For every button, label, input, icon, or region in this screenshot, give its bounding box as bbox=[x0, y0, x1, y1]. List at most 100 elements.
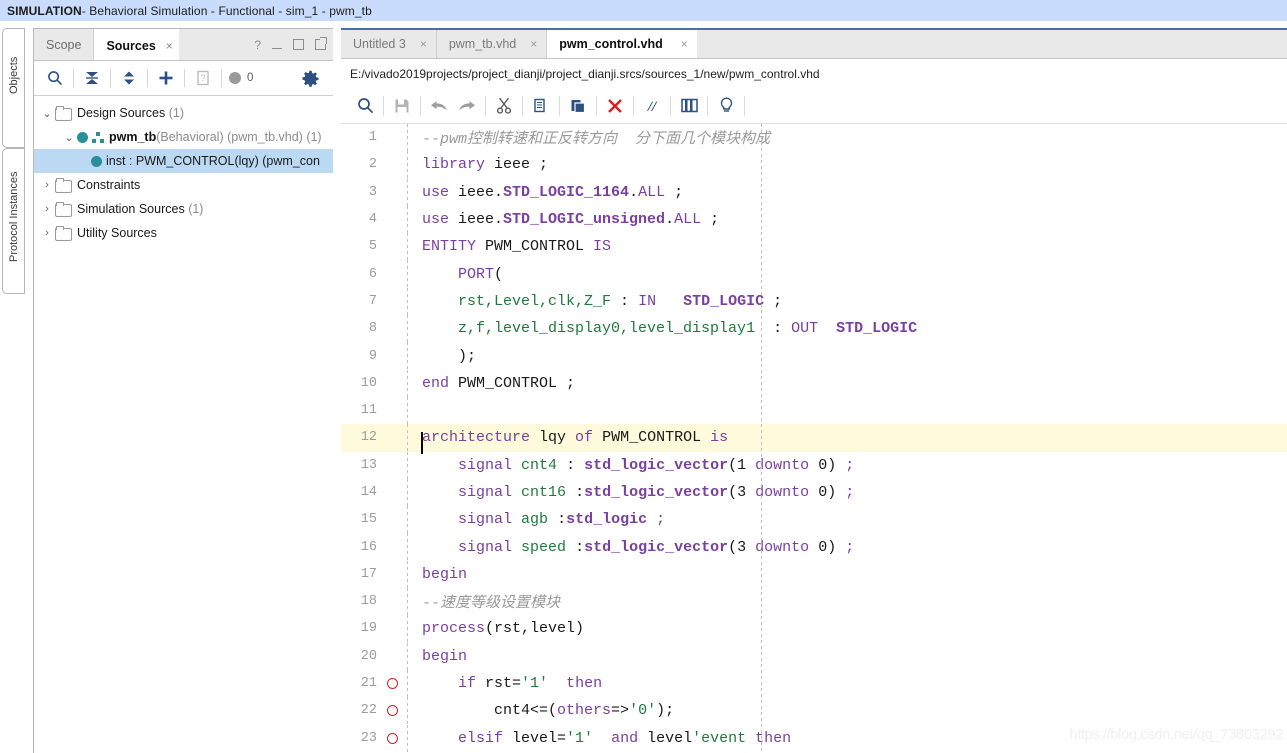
tree-row-simulation-sources[interactable]: › Simulation Sources (1) bbox=[34, 197, 333, 221]
close-icon[interactable]: × bbox=[530, 37, 537, 51]
vertical-tab-protocol-instances-label: Protocol Instances bbox=[7, 171, 20, 263]
code-token: ALL bbox=[638, 183, 666, 201]
tab-sources[interactable]: Sources × bbox=[94, 29, 179, 60]
code-token: if bbox=[458, 675, 477, 693]
code-line[interactable]: 3 use ieee.STD_LOGIC_1164.ALL ; bbox=[341, 178, 1287, 206]
code-line-text: begin bbox=[408, 648, 1287, 665]
breakpoint-icon[interactable] bbox=[386, 732, 398, 744]
code-line[interactable]: 23 elsif level='1' and level'event then bbox=[341, 724, 1287, 752]
breakpoint-gutter[interactable] bbox=[377, 732, 407, 744]
chevron-down-icon[interactable]: ⌄ bbox=[39, 107, 55, 120]
minimize-icon[interactable] bbox=[272, 48, 282, 49]
status-count-group: 0 bbox=[229, 72, 253, 84]
code-line[interactable]: 9 ); bbox=[341, 342, 1287, 370]
indent-icon[interactable] bbox=[675, 92, 703, 120]
close-icon[interactable]: × bbox=[166, 39, 173, 53]
float-icon[interactable] bbox=[315, 37, 327, 50]
find-icon[interactable] bbox=[351, 92, 379, 120]
title-detail: - Behavioral Simulation - Functional - s… bbox=[81, 3, 372, 18]
code-line[interactable]: 1 --pwm控制转速和正反转方向 分下面几个模块构成 bbox=[341, 124, 1287, 152]
code-token: signal bbox=[458, 456, 513, 474]
code-token: downto bbox=[755, 538, 810, 556]
chevron-right-icon[interactable]: › bbox=[39, 227, 55, 239]
tree-row-inst-pwm-control[interactable]: inst : PWM_CONTROL(lqy) (pwm_con bbox=[34, 149, 333, 173]
code-line[interactable]: 4 use ieee.STD_LOGIC_unsigned.ALL ; bbox=[341, 205, 1287, 234]
code-line[interactable]: 11 bbox=[341, 396, 1287, 425]
code-token: downto bbox=[755, 456, 810, 474]
maximize-icon[interactable] bbox=[293, 39, 304, 50]
editor-tab-label: pwm_control.vhd bbox=[559, 37, 663, 51]
code-line[interactable]: 7 rst,Level,clk,Z_F : IN STD_LOGIC ; bbox=[341, 287, 1287, 316]
code-line[interactable]: 13 signal cnt4 : std_logic_vector(1 down… bbox=[341, 451, 1287, 479]
collapse-all-icon[interactable] bbox=[79, 65, 105, 91]
code-line[interactable]: 2 library ieee ; bbox=[341, 151, 1287, 179]
breakpoint-icon[interactable] bbox=[386, 705, 398, 717]
tab-scope[interactable]: Scope bbox=[34, 29, 95, 60]
code-line[interactable]: 21 if rst='1' then bbox=[341, 669, 1287, 698]
breakpoint-icon[interactable] bbox=[386, 678, 398, 690]
code-token: cnt4<=( bbox=[422, 702, 558, 720]
code-line[interactable]: 22 cnt4<=(others=>'0'); bbox=[341, 697, 1287, 725]
code-line[interactable]: 12 architecture lqy of PWM_CONTROL is bbox=[341, 424, 1287, 455]
toolbar-separator bbox=[184, 69, 185, 87]
code-token: PWM_CONTROL ; bbox=[449, 374, 576, 392]
editor-tab-pwm-control-vhd[interactable]: pwm_control.vhd × bbox=[547, 30, 697, 58]
code-token: signal bbox=[458, 511, 513, 529]
copy-icon[interactable] bbox=[527, 92, 555, 120]
code-line[interactable]: 15 signal agb :std_logic ; bbox=[341, 506, 1287, 534]
code-token: : bbox=[611, 292, 639, 310]
breakpoint-gutter[interactable] bbox=[377, 678, 407, 690]
editor-tab-untitled-3[interactable]: Untitled 3 × bbox=[341, 30, 437, 58]
undo-icon[interactable] bbox=[425, 92, 453, 120]
tree-row-design-sources[interactable]: ⌄ Design Sources (1) bbox=[34, 101, 333, 125]
code-line[interactable]: 5 ENTITY PWM_CONTROL IS bbox=[341, 233, 1287, 261]
svg-text:?: ? bbox=[200, 73, 205, 83]
code-text-area[interactable]: 1 --pwm控制转速和正反转方向 分下面几个模块构成 2 library ieee … bbox=[341, 124, 1287, 752]
code-line[interactable]: 19 process(rst,level) bbox=[341, 615, 1287, 643]
save-icon[interactable] bbox=[388, 92, 416, 120]
redo-icon[interactable] bbox=[453, 92, 481, 120]
close-icon[interactable]: × bbox=[420, 37, 427, 51]
code-token: PWM_CONTROL bbox=[593, 429, 711, 447]
tree-row-utility-sources[interactable]: › Utility Sources bbox=[34, 221, 333, 245]
code-line[interactable]: 10 end PWM_CONTROL ; bbox=[341, 369, 1287, 397]
add-sources-icon[interactable] bbox=[153, 65, 179, 91]
help-icon[interactable]: ? bbox=[254, 39, 261, 51]
tree-row-pwm-tb[interactable]: ⌄ pwm_tb (Behavioral) (pwm_tb.vhd) (1) bbox=[34, 125, 333, 149]
toolbar-separator bbox=[221, 69, 222, 87]
expand-all-icon[interactable] bbox=[116, 65, 142, 91]
cut-icon[interactable] bbox=[490, 92, 518, 120]
code-token: ; bbox=[764, 292, 783, 310]
vertical-tab-protocol-instances[interactable]: Protocol Instances bbox=[2, 148, 25, 294]
code-line[interactable]: 18 --速度等级设置模块 bbox=[341, 588, 1287, 616]
code-token: (rst,level) bbox=[485, 620, 585, 638]
comment-icon[interactable]: // bbox=[638, 92, 666, 120]
tree-row-constraints[interactable]: › Constraints bbox=[34, 173, 333, 197]
code-line[interactable]: 17 begin bbox=[341, 560, 1287, 589]
toolbar-separator bbox=[147, 69, 148, 87]
chevron-right-icon[interactable]: › bbox=[39, 203, 55, 215]
breakpoint-gutter[interactable] bbox=[377, 705, 407, 717]
toolbar-separator bbox=[744, 95, 745, 116]
delete-icon[interactable] bbox=[601, 92, 629, 120]
paste-icon[interactable] bbox=[564, 92, 592, 120]
code-line[interactable]: 8 z,f,level_display0,level_display1 : OU… bbox=[341, 315, 1287, 343]
chevron-right-icon[interactable]: › bbox=[39, 179, 55, 191]
editor-tab-pwm-tb-vhd[interactable]: pwm_tb.vhd × bbox=[437, 30, 548, 58]
chevron-down-icon[interactable]: ⌄ bbox=[61, 131, 77, 144]
report-icon[interactable]: ? bbox=[190, 65, 216, 91]
code-line[interactable]: 20 begin bbox=[341, 642, 1287, 670]
close-icon[interactable]: × bbox=[681, 37, 688, 51]
code-token: STD_LOGIC_unsigned bbox=[503, 211, 666, 229]
settings-gear-icon[interactable] bbox=[297, 65, 323, 91]
hint-icon[interactable] bbox=[712, 92, 740, 120]
code-line[interactable]: 6 PORT( bbox=[341, 260, 1287, 288]
vertical-tab-objects[interactable]: Objects bbox=[2, 28, 25, 148]
window-title-bar: SIMULATION - Behavioral Simulation - Fun… bbox=[0, 0, 1287, 21]
code-line[interactable]: 14 signal cnt16 :std_logic_vector(3 down… bbox=[341, 478, 1287, 507]
code-line[interactable]: 16 signal speed :std_logic_vector(3 down… bbox=[341, 533, 1287, 561]
search-icon[interactable] bbox=[42, 65, 68, 91]
